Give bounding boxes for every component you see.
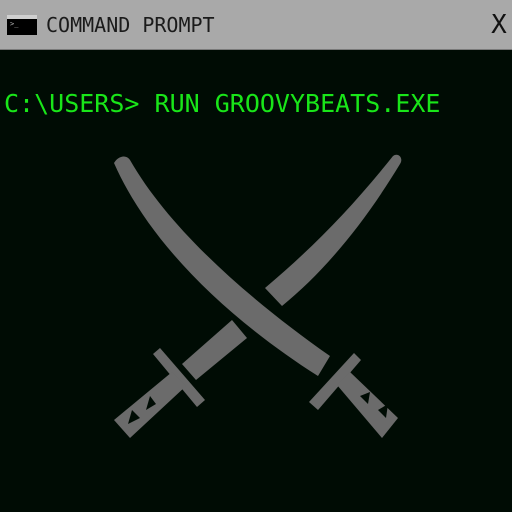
terminal-icon: >_ xyxy=(7,15,37,35)
sword-left-handle xyxy=(337,372,398,438)
terminal-icon-prompt: >_ xyxy=(10,20,19,28)
command-prompt-window: >_ COMMAND PROMPT X C:\USERS> RUN GROOVY… xyxy=(0,0,512,512)
terminal-icon-bar xyxy=(7,15,37,19)
crossed-swords-icon xyxy=(114,154,402,438)
window-title: COMMAND PROMPT xyxy=(46,13,215,37)
title-bar[interactable]: >_ COMMAND PROMPT X xyxy=(0,0,512,50)
close-button[interactable]: X xyxy=(486,8,512,42)
sword-right-lower-blade xyxy=(182,320,247,380)
sword-right-blade xyxy=(265,154,402,306)
console-area[interactable]: C:\USERS> RUN GROOVYBEATS.EXE xyxy=(0,51,512,512)
